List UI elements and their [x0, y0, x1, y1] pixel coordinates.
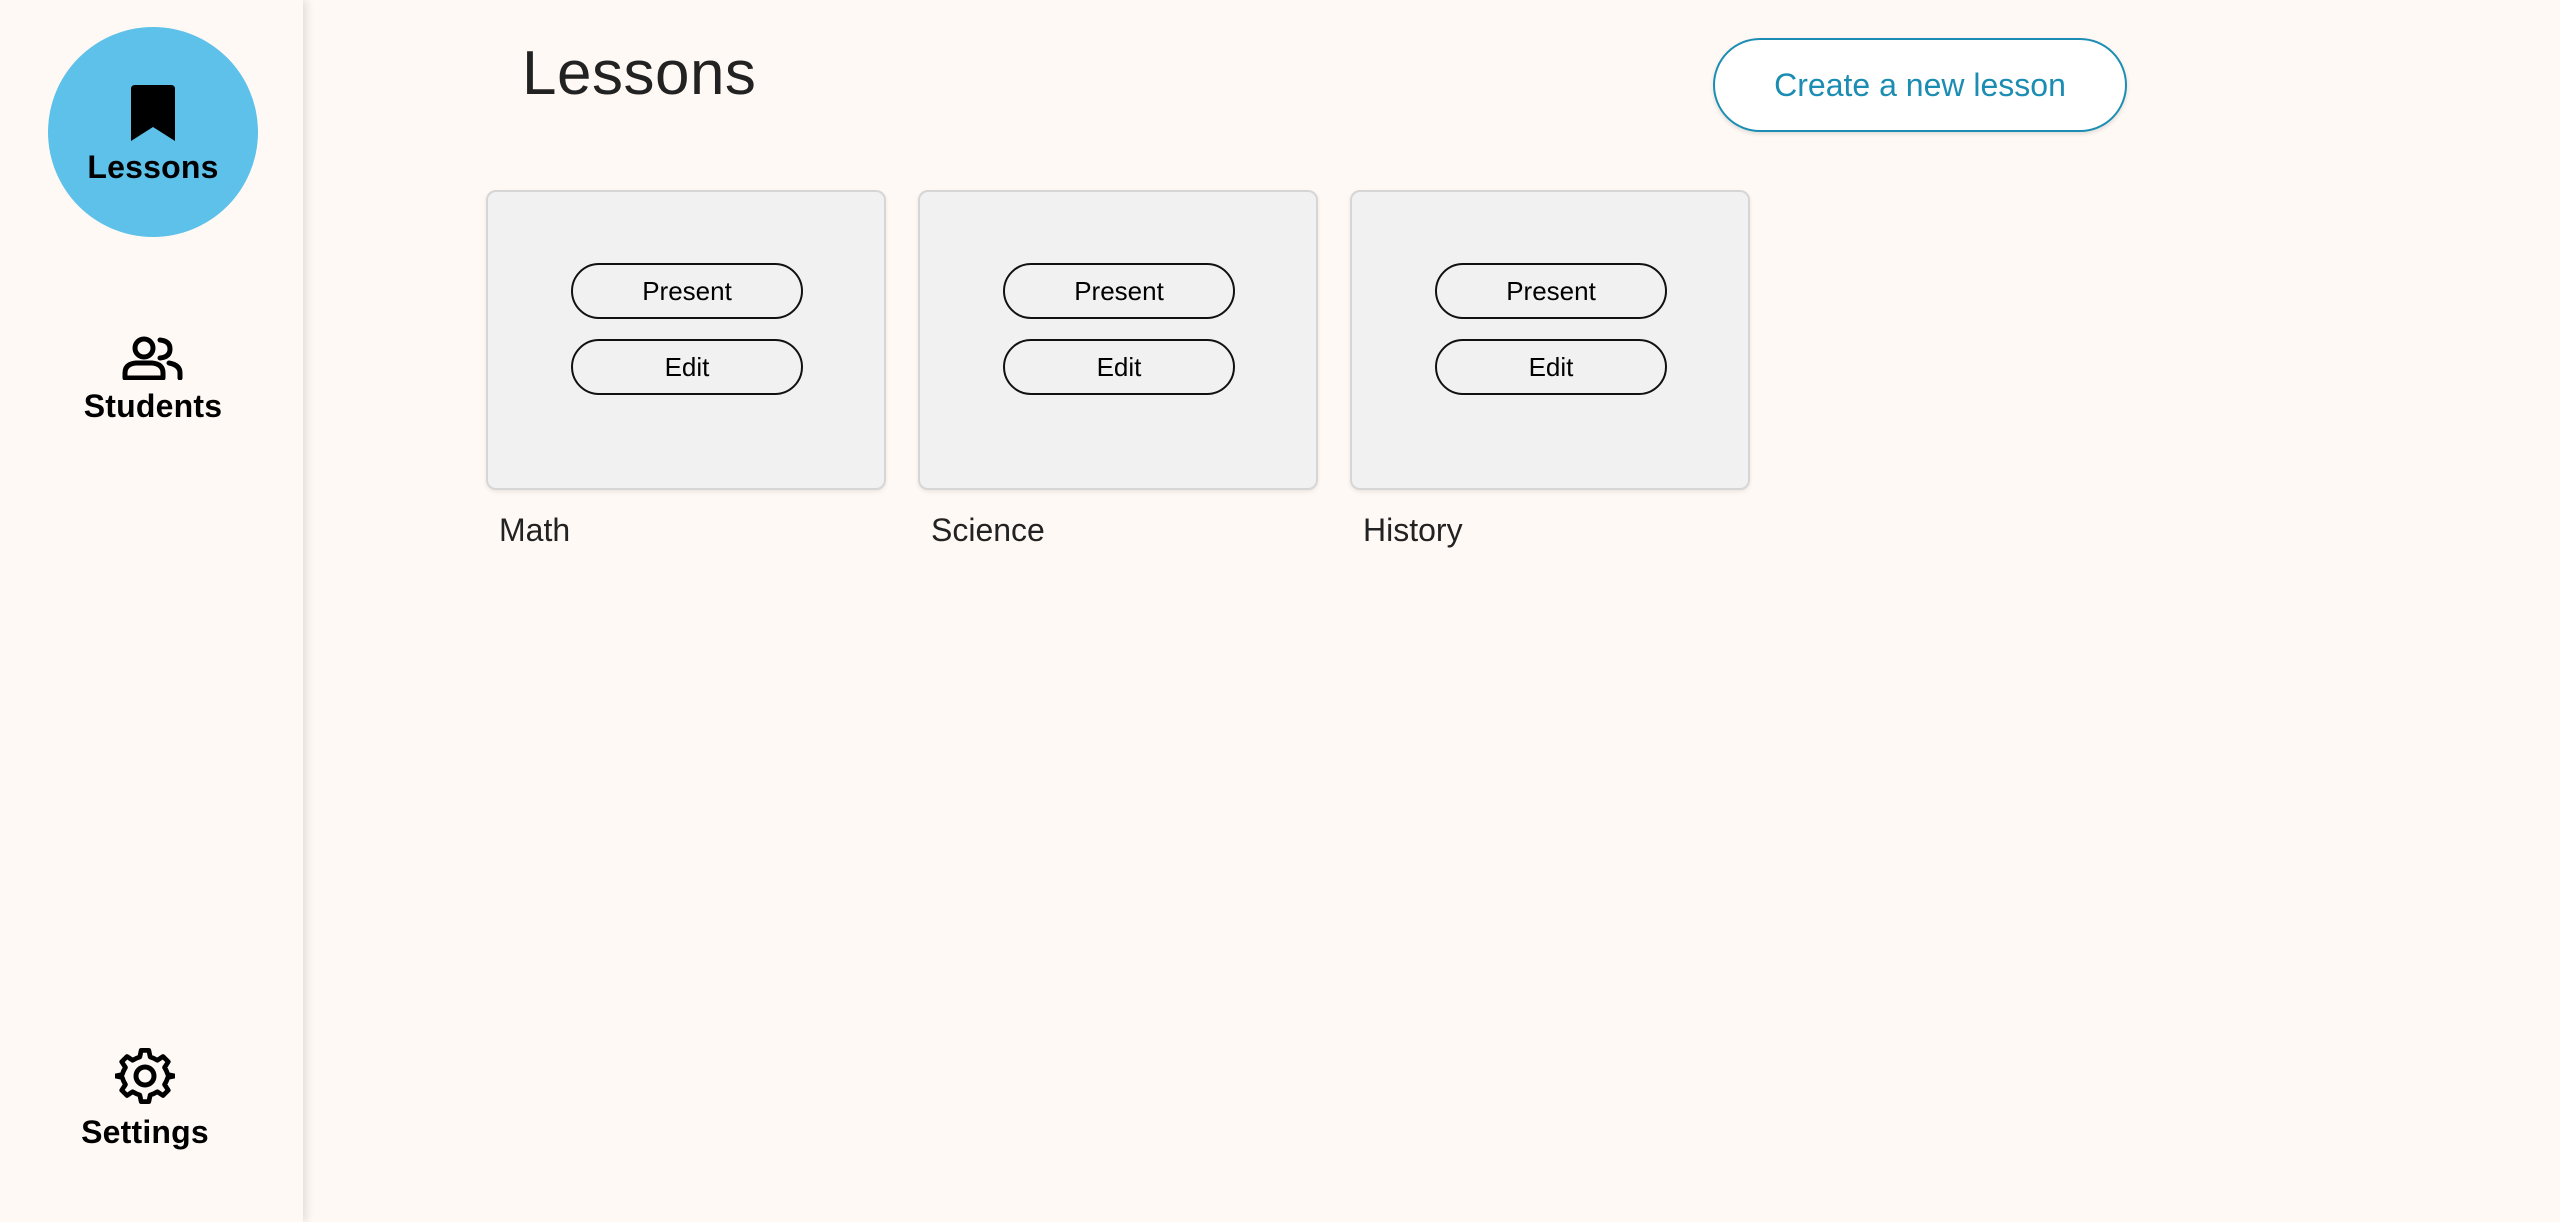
people-icon [122, 336, 184, 380]
lesson-name: History [1363, 512, 1463, 548]
edit-button[interactable]: Edit [1435, 339, 1667, 395]
main-content: Lessons Create a new lesson Present Edit… [303, 0, 2560, 1222]
edit-button[interactable]: Edit [1003, 339, 1235, 395]
create-lesson-button[interactable]: Create a new lesson [1713, 38, 2127, 132]
sidebar-item-settings[interactable]: Settings [40, 1038, 250, 1158]
app-root: Lessons Students Settings Lessons Create… [0, 0, 2560, 1222]
present-button[interactable]: Present [1435, 263, 1667, 319]
present-button[interactable]: Present [571, 263, 803, 319]
sidebar-item-label: Lessons [87, 148, 219, 185]
sidebar-item-students[interactable]: Students [48, 320, 258, 440]
sidebar-item-label: Settings [81, 1113, 209, 1150]
lesson-name: Math [499, 512, 571, 548]
lesson-item-math: Present Edit Math [486, 190, 886, 548]
sidebar: Lessons Students Settings [0, 0, 303, 1222]
lesson-card[interactable]: Present Edit [1350, 190, 1750, 490]
gear-icon [115, 1046, 175, 1106]
lesson-card[interactable]: Present Edit [918, 190, 1318, 490]
lesson-name: Science [931, 512, 1045, 548]
page-title: Lessons [522, 39, 757, 108]
lesson-card[interactable]: Present Edit [486, 190, 886, 490]
present-button[interactable]: Present [1003, 263, 1235, 319]
edit-button[interactable]: Edit [571, 339, 803, 395]
lesson-item-science: Present Edit Science [918, 190, 1318, 548]
sidebar-item-lessons[interactable]: Lessons [48, 27, 258, 237]
sidebar-item-label: Students [83, 387, 223, 424]
lesson-item-history: Present Edit History [1350, 190, 1750, 548]
bookmark-icon [131, 84, 175, 141]
